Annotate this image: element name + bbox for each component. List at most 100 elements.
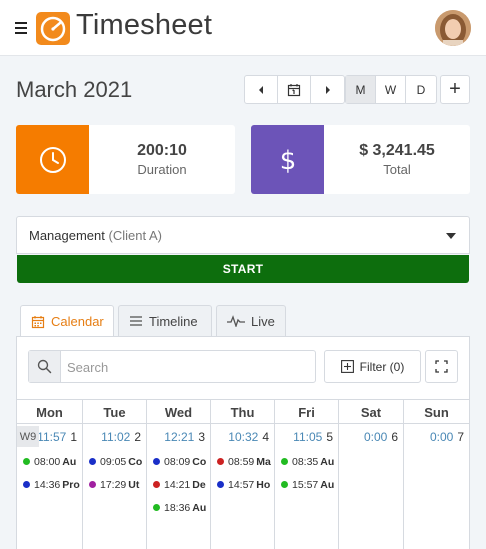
tab-timeline-label: Timeline [149, 313, 198, 329]
search-box [28, 350, 316, 383]
entry-time: 14:36 [34, 478, 61, 491]
view-switcher: M W D [345, 75, 437, 104]
time-entry[interactable]: 08:09 Co [147, 450, 210, 473]
tab-live-label: Live [251, 313, 275, 329]
status-dot-icon [23, 481, 30, 488]
entry-time: 14:21 [164, 478, 191, 491]
day-headers: Mon Tue Wed Thu Fri Sat Sun [17, 399, 469, 424]
time-entry[interactable]: 08:00 Au [17, 450, 82, 473]
day-header-fri: Fri [275, 400, 339, 424]
total-card: $ $ 3,241.45 Total [251, 125, 470, 194]
avatar[interactable] [435, 10, 471, 46]
day-total: 11:05 [293, 430, 323, 444]
tab-timeline[interactable]: Timeline [118, 305, 212, 336]
page-title: March 2021 [16, 77, 133, 102]
status-dot-icon [89, 458, 96, 465]
day-number: 1 [70, 430, 77, 444]
expand-icon [435, 360, 448, 373]
add-entry-button[interactable]: + [440, 75, 470, 104]
time-entry[interactable]: 15:57 Au [275, 473, 338, 496]
date-navigation [244, 75, 345, 104]
status-dot-icon [281, 458, 288, 465]
filter-button[interactable]: Filter (0) [324, 350, 421, 383]
tab-live[interactable]: Live [216, 305, 286, 336]
day-number: 4 [262, 430, 269, 444]
hamburger-menu-icon[interactable] [15, 22, 27, 34]
entry-title: Ho [256, 478, 271, 491]
entry-title: Ut [128, 478, 140, 491]
total-label: Total [383, 162, 411, 177]
time-entry[interactable]: 18:36 Au [147, 496, 210, 519]
tab-calendar-label: Calendar [51, 314, 104, 329]
calendar-picker-button[interactable] [278, 76, 311, 103]
time-entry[interactable]: 08:35 Au [275, 450, 338, 473]
time-entry[interactable]: 14:21 De [147, 473, 210, 496]
day-number: 7 [457, 430, 464, 444]
day-header-thu: Thu [211, 400, 275, 424]
total-value: $ 3,241.45 [359, 142, 435, 159]
entry-title: Co [128, 455, 143, 468]
day-cell-sun[interactable]: 0:00 7 [404, 424, 469, 549]
calendar-icon [287, 83, 301, 96]
entry-title: Au [320, 455, 335, 468]
status-dot-icon [153, 481, 160, 488]
time-entry[interactable]: 14:36 Pro [17, 473, 82, 496]
status-dot-icon [89, 481, 96, 488]
day-header-wed: Wed [147, 400, 211, 424]
time-entry[interactable]: 08:59 Ma [211, 450, 274, 473]
entry-time: 15:57 [292, 478, 319, 491]
duration-label: Duration [137, 162, 187, 177]
time-entry[interactable]: 17:29 Ut [83, 473, 146, 496]
entry-time: 08:09 [164, 455, 191, 468]
svg-text:$: $ [279, 146, 296, 175]
project-select[interactable]: Management (Client A) [16, 216, 470, 254]
day-number: 5 [326, 430, 333, 444]
month-view-button[interactable]: M [346, 76, 376, 103]
time-entry[interactable]: 14:57 Ho [211, 473, 274, 496]
day-number: 6 [391, 430, 398, 444]
week-view-button[interactable]: W [376, 76, 406, 103]
day-cell-wed[interactable]: 12:21 3 08:09 Co 14:21 De 18:36 Au [147, 424, 211, 549]
app-title: Timesheet [76, 9, 213, 41]
entry-time: 17:29 [100, 478, 127, 491]
day-total: 0:00 [363, 430, 388, 444]
entry-time: 08:59 [228, 455, 255, 468]
previous-period-button[interactable] [245, 76, 278, 103]
next-period-button[interactable] [311, 76, 344, 103]
calendar-panel: Filter (0) MonTueWedThuFriSat Sun 11:571 W… [16, 336, 470, 549]
expand-button[interactable] [425, 350, 458, 383]
day-cell-thu[interactable]: 10:32 4 08:59 Ma 14:57 Ho [211, 424, 275, 549]
day-header-mon: Mon [17, 400, 83, 424]
search-icon[interactable] [29, 351, 61, 382]
clock-icon [16, 125, 89, 194]
week-row: 11:57 1 W9 08:00 Au 14:36 Pro 11:02 2 09:05 Co 17:2… [17, 424, 469, 549]
search-input[interactable] [67, 358, 307, 376]
day-total: 11:57 [37, 430, 67, 444]
filter-label: Filter (0) [359, 359, 405, 374]
entry-title: Co [192, 455, 207, 468]
entry-time: 14:57 [228, 478, 255, 491]
day-total: 0:00 [429, 430, 454, 444]
start-button[interactable]: START [17, 255, 469, 283]
day-header-sat: Sat [339, 400, 404, 424]
tab-calendar[interactable]: Calendar [20, 305, 114, 337]
entry-time: 08:00 [34, 455, 61, 468]
top-bar: Timesheet [0, 0, 486, 56]
day-cell-tue[interactable]: 11:02 2 09:05 Co 17:29 Ut [83, 424, 147, 549]
day-cell-sat[interactable]: 0:00 6 [339, 424, 404, 549]
entry-time: 09:05 [100, 455, 127, 468]
week-number-badge: W9 [17, 426, 39, 447]
day-cell-fri[interactable]: 11:05 5 08:35 Au 15:57 Au [275, 424, 339, 549]
chevron-down-icon [446, 233, 456, 239]
day-total: 10:32 [228, 430, 259, 444]
duration-value: 200:10 [137, 142, 187, 159]
day-cell-mon[interactable]: 11:57 1 W9 08:00 Au 14:36 Pro [17, 424, 83, 549]
day-total: 12:21 [164, 430, 195, 444]
day-view-button[interactable]: D [406, 76, 436, 103]
day-number: 3 [198, 430, 205, 444]
dollar-icon: $ [251, 125, 324, 194]
entry-time: 08:35 [292, 455, 319, 468]
status-dot-icon [153, 458, 160, 465]
time-entry[interactable]: 09:05 Co [83, 450, 146, 473]
status-dot-icon [281, 481, 288, 488]
